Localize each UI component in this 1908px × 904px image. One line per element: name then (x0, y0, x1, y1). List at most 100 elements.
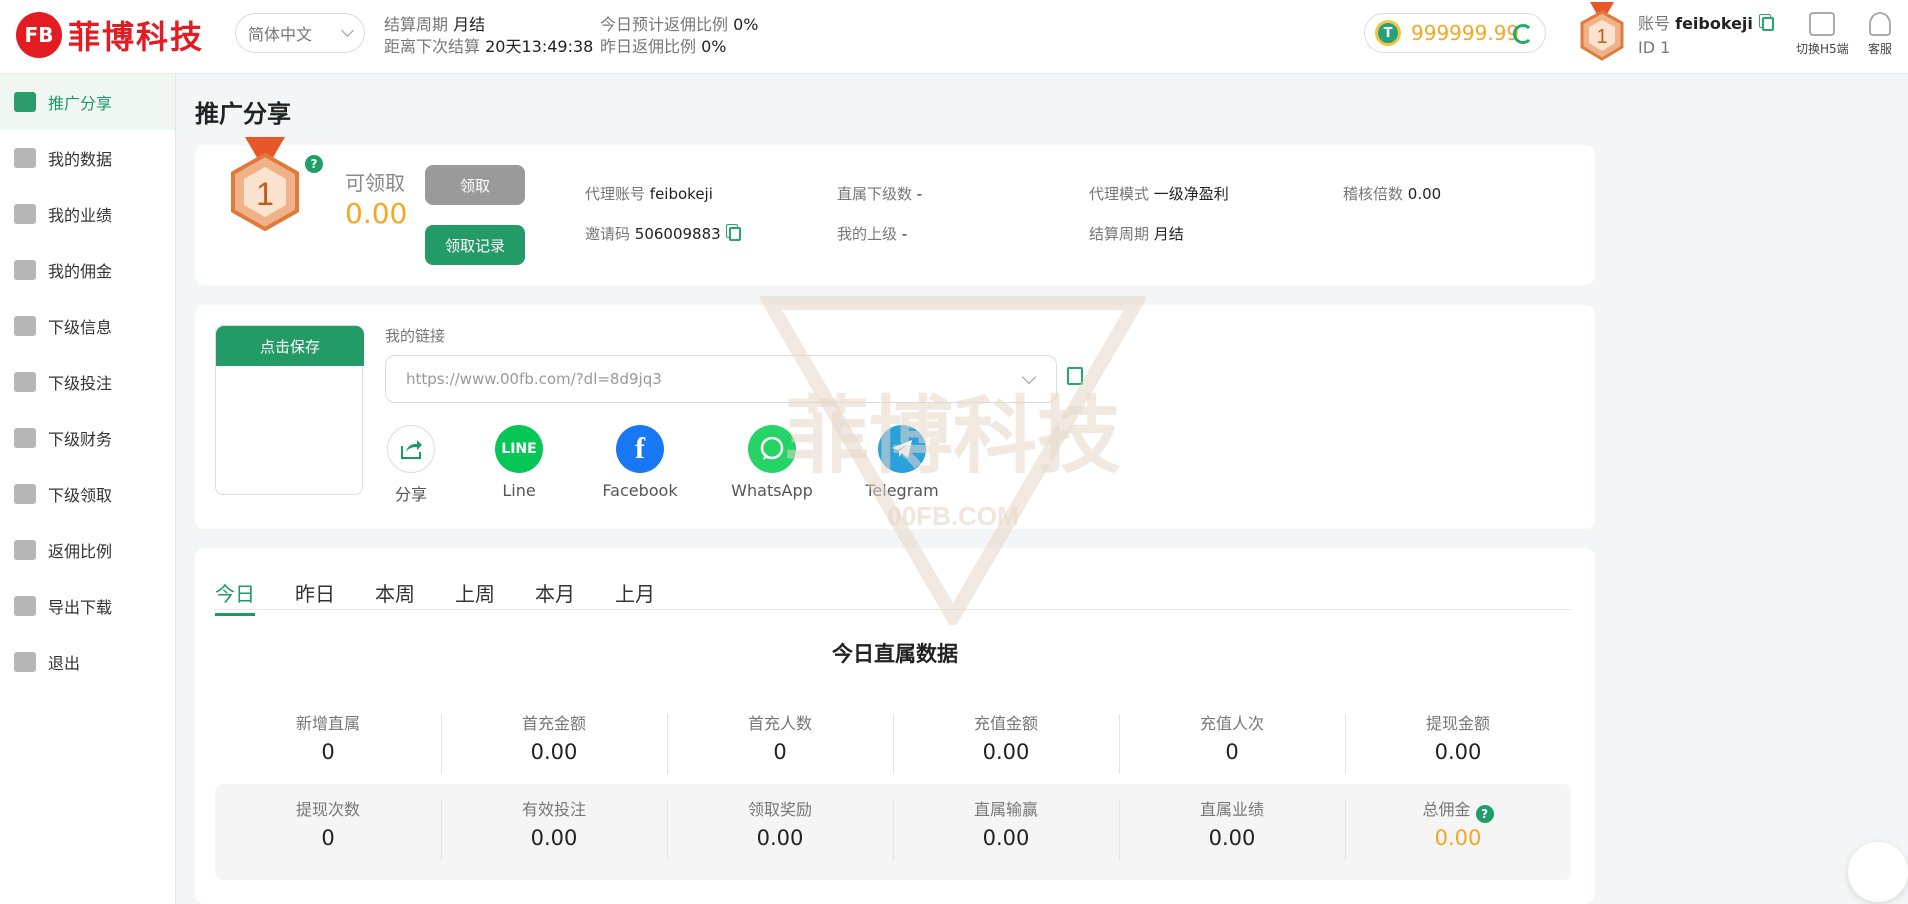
stat-value: 0.00 (530, 740, 578, 764)
stat-label: 领取奖励 (747, 800, 812, 819)
logo-text: 菲博科技 (68, 18, 205, 56)
sidebar-item-sub-finance[interactable]: 下级财务 (0, 410, 175, 466)
next-settle-label: 距离下次结算 (384, 37, 481, 56)
stat-label: 新增直属 (295, 714, 360, 733)
sidebar-item-sub-info[interactable]: 下级信息 (0, 298, 175, 354)
stat-first-deposit-count: 首充人数 0 (667, 698, 893, 794)
tab-yesterday[interactable]: 昨日 (295, 578, 335, 613)
sidebar-item-label: 下级领取 (48, 486, 113, 505)
download-folder-icon (14, 596, 36, 616)
claim-records-button[interactable]: 领取记录 (425, 225, 525, 265)
share-button[interactable]: 分享 (381, 425, 441, 505)
agent-account-info: 代理账号 feibokeji (585, 183, 713, 204)
customer-service-button[interactable]: 客服 (1868, 12, 1892, 57)
level-number: 1 (256, 176, 274, 212)
period-tabs: 今日 昨日 本周 上周 本月 上月 (215, 578, 1571, 616)
claimable-amount: 0.00 (345, 197, 408, 230)
today-rate-label: 今日预计返佣比例 (600, 15, 729, 34)
sidebar-item-label: 我的佣金 (48, 262, 113, 281)
stat-value: 0.00 (756, 826, 804, 850)
sidebar-item-performance[interactable]: 我的业绩 (0, 186, 175, 242)
info-label: 结算周期 (1089, 225, 1150, 243)
stat-label: 提现次数 (295, 800, 360, 819)
refresh-icon[interactable] (1513, 24, 1533, 44)
stat-label: 充值金额 (973, 714, 1038, 733)
share-label: 分享 (394, 485, 427, 504)
stat-label: 总佣金 (1422, 800, 1471, 819)
copy-icon[interactable] (1761, 17, 1774, 31)
tab-this-month[interactable]: 本月 (535, 578, 575, 613)
sidebar-item-sub-bets[interactable]: 下级投注 (0, 354, 175, 410)
logo[interactable]: FB 菲博科技 (16, 10, 204, 60)
share-line-button[interactable]: LINE Line (489, 425, 549, 500)
settle-cycle-value: 月结 (453, 15, 486, 34)
copy-icon[interactable] (729, 227, 742, 241)
usdt-coin-icon: T (1375, 20, 1401, 46)
sidebar-item-rebate-rate[interactable]: 返佣比例 (0, 522, 175, 578)
floating-action-button[interactable] (1848, 842, 1908, 902)
qr-code-box: 点击保存 (215, 325, 364, 495)
my-link-value: https://www.00fb.com/?dl=8d9jq3 (406, 370, 662, 388)
my-link-select[interactable]: https://www.00fb.com/?dl=8d9jq3 (385, 355, 1057, 403)
sidebar-item-label: 下级信息 (48, 318, 113, 337)
sidebar-item-commission[interactable]: 我的佣金 (0, 242, 175, 298)
stat-label: 首充人数 (747, 714, 812, 733)
superior-info: 我的上级 - (837, 223, 907, 244)
copy-icon[interactable] (1067, 367, 1083, 385)
sidebar-item-promotion[interactable]: 推广分享 (0, 74, 175, 130)
stat-label: 有效投注 (521, 800, 586, 819)
info-value: - (901, 225, 908, 243)
sidebar-item-logout[interactable]: 退出 (0, 634, 175, 690)
help-icon[interactable]: ? (1475, 805, 1494, 823)
stat-total-commission: 总佣金 ? 0.00 (1345, 784, 1571, 880)
yesterday-rate-value: 0% (701, 37, 727, 56)
device-switch-icon (1809, 12, 1836, 36)
stat-deposit-amount: 充值金额 0.00 (893, 698, 1119, 794)
share-whatsapp-button[interactable]: WhatsApp (727, 425, 817, 500)
tab-last-week[interactable]: 上周 (455, 578, 495, 613)
sidebar-item-my-data[interactable]: 我的数据 (0, 130, 175, 186)
tab-today[interactable]: 今日 (215, 578, 255, 616)
percent-icon (14, 540, 36, 560)
share-label: Telegram (865, 481, 939, 500)
line-icon: LINE (495, 425, 543, 473)
direct-count-info: 直属下级数 - (837, 183, 922, 204)
share-label: Line (502, 481, 536, 500)
info-label: 邀请码 (585, 225, 631, 243)
sidebar-item-export[interactable]: 导出下载 (0, 578, 175, 634)
balance-box: T 999999.99 (1364, 13, 1546, 53)
stat-deposit-times: 充值人次 0 (1119, 698, 1345, 794)
tab-last-month[interactable]: 上月 (615, 578, 655, 613)
share-telegram-button[interactable]: Telegram (857, 425, 947, 500)
stat-label: 充值人次 (1199, 714, 1264, 733)
id-card-icon (14, 316, 36, 336)
tab-this-week[interactable]: 本周 (375, 578, 415, 613)
users-icon (14, 484, 36, 504)
stat-value: 0.00 (1434, 826, 1482, 850)
stat-direct-performance: 直属业绩 0.00 (1119, 784, 1345, 880)
sidebar-item-sub-claims[interactable]: 下级领取 (0, 466, 175, 522)
today-rate-info: 今日预计返佣比例 0% (600, 11, 759, 35)
info-label: 我的上级 (837, 225, 898, 243)
level-medal-icon: 1 (1580, 2, 1624, 61)
stat-direct-win-loss: 直属输赢 0.00 (893, 784, 1119, 880)
claim-card: 1 ? 可领取 0.00 领取 领取记录 代理账号 feibokeji 直属下级… (195, 137, 1595, 285)
promotion-icon (14, 92, 36, 112)
account-label: 账号 (1638, 14, 1671, 33)
stat-value: 0 (321, 826, 335, 850)
claim-button[interactable]: 领取 (425, 165, 525, 205)
share-label: Facebook (602, 481, 678, 500)
section-title: 今日直属数据 (832, 642, 958, 666)
info-value: - (916, 185, 923, 203)
level-medal-icon: 1 (231, 137, 299, 232)
language-select[interactable]: 简体中文 (235, 13, 365, 53)
info-label: 直属下级数 (837, 185, 913, 203)
stat-value: 0.00 (1208, 826, 1256, 850)
sidebar-item-label: 我的数据 (48, 150, 113, 169)
switch-h5-button[interactable]: 切换H5端 (1796, 12, 1849, 57)
customer-service-label: 客服 (1868, 42, 1893, 56)
save-qr-button[interactable]: 点击保存 (216, 326, 364, 366)
help-icon[interactable]: ? (305, 155, 323, 173)
share-facebook-button[interactable]: f Facebook (595, 425, 685, 500)
stat-label: 直属输赢 (973, 800, 1038, 819)
